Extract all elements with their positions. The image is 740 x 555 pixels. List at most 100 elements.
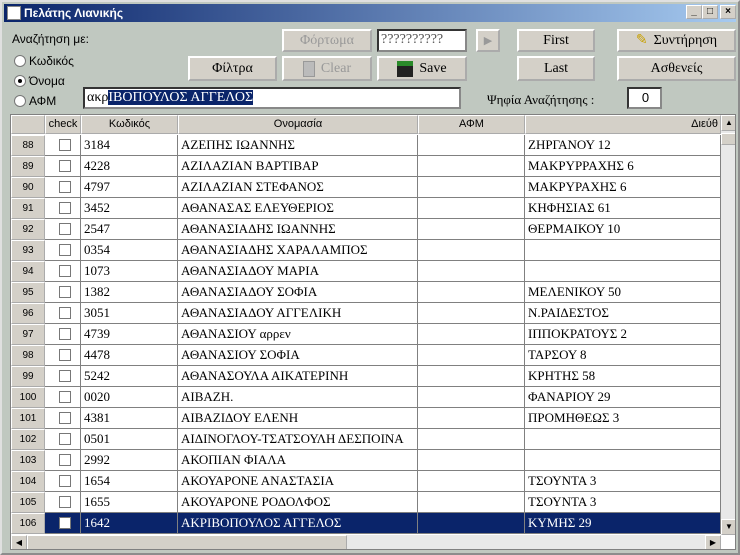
check-cell[interactable] [45,387,81,408]
table-row[interactable]: 92 2547 ΑΘΑΝΑΣΙΑΔΗΣ ΙΩΑΝΝΗΣ ΘΕΡΜΑΙΚΟΥ 10 [11,219,721,240]
table-row[interactable]: 94 1073 ΑΘΑΝΑΣΙΑΔΟΥ ΜΑΡΙΑ [11,261,721,282]
row-number[interactable]: 92 [11,219,45,240]
check-cell[interactable] [45,408,81,429]
row-number[interactable]: 91 [11,198,45,219]
maintenance-button[interactable]: ✎ Συντήρηση [617,29,736,52]
checkbox[interactable] [59,475,71,487]
table-row[interactable]: 88 3184 ΑΖΕΠΗΣ ΙΩΑΝΝΗΣ ΖΗΡΓΑΝΟΥ 12 [11,135,721,156]
radio-name[interactable]: Όνομα [14,74,65,88]
scroll-up-icon[interactable]: ▲ [721,115,735,131]
header-code[interactable]: Κωδικός [81,115,178,134]
vertical-scrollbar[interactable]: ▲ ▼ [721,115,735,535]
checkbox[interactable] [59,517,71,529]
checkbox[interactable] [59,223,71,235]
row-number[interactable]: 99 [11,366,45,387]
check-cell[interactable] [45,135,81,156]
table-row[interactable]: 91 3452 ΑΘΑΝΑΣΑΣ ΕΛΕΥΘΕΡΙΟΣ ΚΗΦΗΣΙΑΣ 61 [11,198,721,219]
checkbox[interactable] [59,307,71,319]
table-row[interactable]: 106 1642 ΑΚΡΙΒΟΠΟΥΛΟΣ ΑΓΓΕΛΟΣ ΚΥΜΗΣ 29 [11,513,721,534]
search-digits-input[interactable]: 0 [627,87,662,109]
checkbox[interactable] [59,349,71,361]
scroll-down-icon[interactable]: ▼ [721,519,735,535]
row-number[interactable]: 103 [11,450,45,471]
table-row[interactable]: 89 4228 ΑΖΙΛΑΖΙΑΝ ΒΑΡΤΙΒΑΡ ΜΑΚΡΥΡΡΑΧΗΣ 6 [11,156,721,177]
row-number[interactable]: 93 [11,240,45,261]
check-cell[interactable] [45,492,81,513]
check-cell[interactable] [45,261,81,282]
table-row[interactable]: 97 4739 ΑΘΑΝΑΣΙΟΥ αρρεν ΙΠΠΟΚΡΑΤΟΥΣ 2 [11,324,721,345]
scroll-left-icon[interactable]: ◀ [11,535,27,549]
checkbox[interactable] [59,202,71,214]
table-row[interactable]: 104 1654 ΑΚΟΥΑΡΟΝΕ ΑΝΑΣΤΑΣΙΑ ΤΣΟΥΝΤΑ 3 [11,471,721,492]
table-row[interactable]: 95 1382 ΑΘΑΝΑΣΙΑΔΟΥ ΣΟΦΙΑ ΜΕΛΕΝΙΚΟΥ 50 [11,282,721,303]
scroll-right-icon[interactable]: ▶ [705,535,721,549]
row-number[interactable]: 89 [11,156,45,177]
row-number[interactable]: 94 [11,261,45,282]
check-cell[interactable] [45,429,81,450]
patients-button[interactable]: Ασθενείς [617,56,736,81]
check-cell[interactable] [45,303,81,324]
radio-code[interactable]: Κωδικός [14,54,74,68]
table-row[interactable]: 105 1655 ΑΚΟΥΑΡΟΝΕ ΡΟΔΟΛΦΟΣ ΤΣΟΥΝΤΑ 3 [11,492,721,513]
row-number[interactable]: 97 [11,324,45,345]
check-cell[interactable] [45,324,81,345]
checkbox[interactable] [59,370,71,382]
checkbox[interactable] [59,412,71,424]
checkbox[interactable] [59,181,71,193]
row-number[interactable]: 96 [11,303,45,324]
checkbox[interactable] [59,286,71,298]
checkbox[interactable] [59,433,71,445]
check-cell[interactable] [45,240,81,261]
table-row[interactable]: 90 4797 ΑΖΙΛΑΖΙΑΝ ΣΤΕΦΑΝΟΣ ΜΑΚΡΥΡΑΧΗΣ 6 [11,177,721,198]
check-cell[interactable] [45,366,81,387]
radio-afm[interactable]: ΑΦΜ [14,94,56,108]
header-name[interactable]: Ονομασία [178,115,418,134]
check-cell[interactable] [45,345,81,366]
checkbox[interactable] [59,160,71,172]
table-row[interactable]: 96 3051 ΑΘΑΝΑΣΙΑΔΟΥ ΑΓΓΕΛΙΚΗ Ν.ΡΑΙΔΕΣΤΟΣ [11,303,721,324]
table-row[interactable]: 99 5242 ΑΘΑΝΑΣΟΥΛΑ ΑΙΚΑΤΕΡΙΝΗ ΚΡΗΤΗΣ 58 [11,366,721,387]
row-number[interactable]: 95 [11,282,45,303]
table-row[interactable]: 103 2992 ΑΚΟΠΙΑΝ ΦΙΑΛΑ [11,450,721,471]
filters-button[interactable]: Φίλτρα [188,56,277,81]
scroll-thumb[interactable] [721,133,735,145]
check-cell[interactable] [45,219,81,240]
check-cell[interactable] [45,156,81,177]
check-cell[interactable] [45,513,81,534]
close-button[interactable]: × [720,5,736,19]
table-row[interactable]: 100 0020 ΑΙΒΑΖΗ. ΦΑΝΑΡΙΟΥ 29 [11,387,721,408]
table-row[interactable]: 102 0501 ΑΙΔΙΝΟΓΛΟΥ-ΤΣΑΤΣΟΥΛΗ ΔΕΣΠΟΙΝΑ [11,429,721,450]
row-number[interactable]: 88 [11,135,45,156]
header-check[interactable]: check [45,115,81,134]
horizontal-scrollbar[interactable]: ◀ ▶ [11,535,721,549]
check-cell[interactable] [45,177,81,198]
checkbox[interactable] [59,391,71,403]
checkbox[interactable] [59,454,71,466]
row-number[interactable]: 104 [11,471,45,492]
check-cell[interactable] [45,450,81,471]
search-input[interactable]: ακρΙΒΟΠΟΥΛΟΣ ΑΓΓΕΛΟΣ [83,87,461,109]
save-button[interactable]: Save [377,56,467,81]
checkbox[interactable] [59,265,71,277]
checkbox[interactable] [59,244,71,256]
row-number[interactable]: 106 [11,513,45,534]
table-row[interactable]: 93 0354 ΑΘΑΝΑΣΙΑΔΗΣ ΧΑΡΑΛΑΜΠΟΣ [11,240,721,261]
row-number[interactable]: 90 [11,177,45,198]
first-button[interactable]: First [517,29,595,52]
load-button[interactable]: Φόρτωμα [282,29,372,52]
checkbox[interactable] [59,139,71,151]
horizontal-scroll-thumb[interactable] [27,535,347,549]
row-number[interactable]: 100 [11,387,45,408]
row-number[interactable]: 98 [11,345,45,366]
row-number[interactable]: 101 [11,408,45,429]
table-row[interactable]: 98 4478 ΑΘΑΝΑΣΙΟΥ ΣΟΦΙΑ ΤΑΡΣΟΥ 8 [11,345,721,366]
check-cell[interactable] [45,471,81,492]
minimize-button[interactable]: _ [686,5,702,19]
play-button[interactable]: ▶ [476,29,500,52]
row-number[interactable]: 102 [11,429,45,450]
check-cell[interactable] [45,282,81,303]
checkbox[interactable] [59,496,71,508]
header-afm[interactable]: ΑΦΜ [418,115,525,134]
table-row[interactable]: 101 4381 ΑΙΒΑΖΙΔΟΥ ΕΛΕΝΗ ΠΡΟΜΗΘΕΩΣ 3 [11,408,721,429]
check-cell[interactable] [45,198,81,219]
